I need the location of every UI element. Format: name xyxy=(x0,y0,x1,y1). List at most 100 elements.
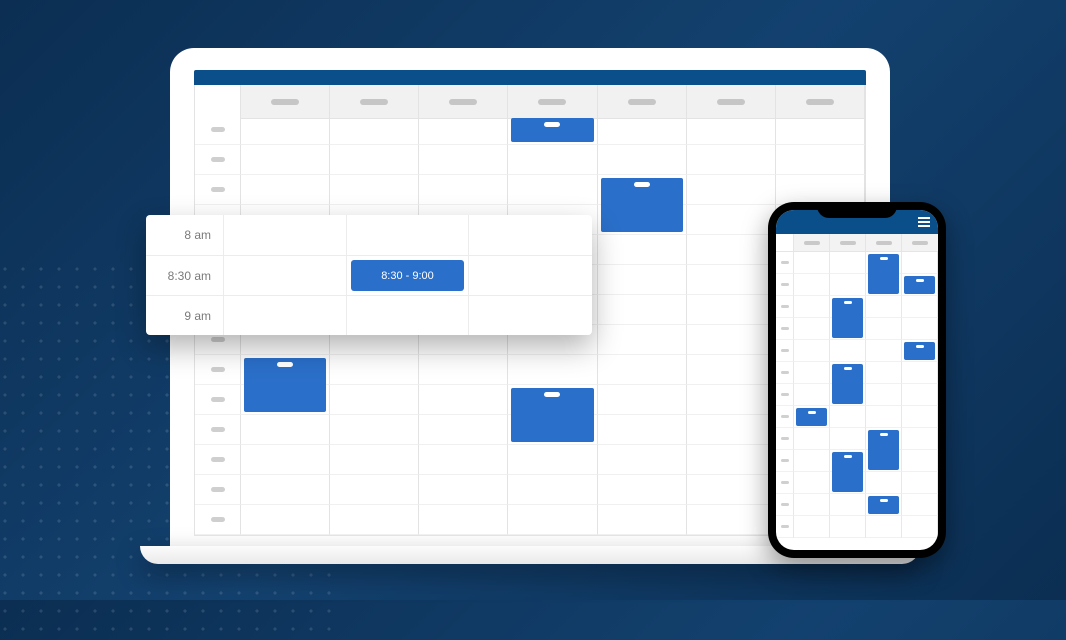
calendar-cell[interactable] xyxy=(794,428,830,450)
calendar-cell[interactable] xyxy=(241,355,330,385)
day-header[interactable] xyxy=(794,234,830,251)
day-header[interactable] xyxy=(866,234,902,251)
calendar-cell[interactable] xyxy=(794,406,830,428)
calendar-cell[interactable] xyxy=(902,406,938,428)
calendar-cell[interactable] xyxy=(241,475,330,505)
calendar-cell[interactable] xyxy=(330,175,419,205)
calendar-cell[interactable] xyxy=(419,175,508,205)
calendar-cell[interactable] xyxy=(830,450,866,472)
calendar-cell[interactable] xyxy=(794,252,830,274)
calendar-cell[interactable] xyxy=(598,175,687,205)
calendar-event[interactable] xyxy=(904,342,935,360)
calendar-cell[interactable] xyxy=(830,362,866,384)
calendar-cell[interactable] xyxy=(776,115,865,145)
calendar-cell[interactable] xyxy=(902,516,938,538)
calendar-cell[interactable] xyxy=(419,385,508,415)
calendar-cell[interactable] xyxy=(598,475,687,505)
calendar-cell[interactable] xyxy=(866,252,902,274)
calendar-cell[interactable] xyxy=(830,428,866,450)
calendar-cell[interactable] xyxy=(687,205,776,235)
calendar-cell[interactable] xyxy=(794,450,830,472)
calendar-cell[interactable] xyxy=(794,296,830,318)
calendar-cell[interactable] xyxy=(241,145,330,175)
calendar-cell[interactable] xyxy=(830,274,866,296)
calendar-cell[interactable] xyxy=(598,265,687,295)
calendar-cell[interactable] xyxy=(776,175,865,205)
zoom-cell[interactable]: 8:30 - 9:00 xyxy=(347,256,470,295)
calendar-cell[interactable] xyxy=(902,340,938,362)
calendar-cell[interactable] xyxy=(330,445,419,475)
calendar-cell[interactable] xyxy=(866,494,902,516)
calendar-cell[interactable] xyxy=(687,445,776,475)
day-header[interactable] xyxy=(598,85,687,119)
calendar-cell[interactable] xyxy=(830,340,866,362)
day-header[interactable] xyxy=(419,85,508,119)
calendar-cell[interactable] xyxy=(241,385,330,415)
calendar-cell[interactable] xyxy=(902,274,938,296)
day-header[interactable] xyxy=(902,234,938,251)
calendar-cell[interactable] xyxy=(902,494,938,516)
day-header[interactable] xyxy=(508,85,597,119)
calendar-cell[interactable] xyxy=(902,450,938,472)
calendar-cell[interactable] xyxy=(687,325,776,355)
calendar-cell[interactable] xyxy=(508,475,597,505)
day-header[interactable] xyxy=(687,85,776,119)
calendar-cell[interactable] xyxy=(866,340,902,362)
calendar-cell[interactable] xyxy=(902,252,938,274)
calendar-cell[interactable] xyxy=(794,362,830,384)
calendar-event[interactable]: 8:30 - 9:00 xyxy=(351,260,465,291)
calendar-cell[interactable] xyxy=(830,516,866,538)
zoom-cell[interactable] xyxy=(347,296,470,335)
calendar-cell[interactable] xyxy=(794,516,830,538)
calendar-cell[interactable] xyxy=(830,296,866,318)
calendar-cell[interactable] xyxy=(794,274,830,296)
calendar-cell[interactable] xyxy=(330,115,419,145)
calendar-cell[interactable] xyxy=(419,445,508,475)
calendar-cell[interactable] xyxy=(598,205,687,235)
calendar-cell[interactable] xyxy=(598,385,687,415)
calendar-cell[interactable] xyxy=(687,235,776,265)
zoom-cell[interactable] xyxy=(224,296,347,335)
calendar-cell[interactable] xyxy=(508,445,597,475)
calendar-cell[interactable] xyxy=(598,445,687,475)
calendar-cell[interactable] xyxy=(866,362,902,384)
zoom-cell[interactable] xyxy=(469,215,592,255)
zoom-cell[interactable] xyxy=(469,256,592,295)
calendar-cell[interactable] xyxy=(830,318,866,340)
calendar-cell[interactable] xyxy=(794,384,830,406)
calendar-cell[interactable] xyxy=(330,475,419,505)
calendar-cell[interactable] xyxy=(508,175,597,205)
calendar-cell[interactable] xyxy=(241,505,330,535)
zoom-cell[interactable] xyxy=(469,296,592,335)
calendar-cell[interactable] xyxy=(794,472,830,494)
calendar-cell[interactable] xyxy=(508,145,597,175)
calendar-cell[interactable] xyxy=(508,505,597,535)
calendar-cell[interactable] xyxy=(598,505,687,535)
day-header[interactable] xyxy=(241,85,330,119)
zoom-cell[interactable] xyxy=(347,215,470,255)
calendar-cell[interactable] xyxy=(330,355,419,385)
calendar-cell[interactable] xyxy=(598,235,687,265)
calendar-cell[interactable] xyxy=(866,472,902,494)
calendar-cell[interactable] xyxy=(419,115,508,145)
day-header[interactable] xyxy=(830,234,866,251)
calendar-cell[interactable] xyxy=(866,428,902,450)
calendar-cell[interactable] xyxy=(241,115,330,145)
zoom-cell[interactable] xyxy=(224,215,347,255)
calendar-event[interactable] xyxy=(796,408,827,426)
calendar-cell[interactable] xyxy=(866,384,902,406)
calendar-event[interactable] xyxy=(868,496,899,514)
calendar-cell[interactable] xyxy=(419,145,508,175)
calendar-cell[interactable] xyxy=(687,115,776,145)
hamburger-menu-icon[interactable] xyxy=(918,217,930,227)
calendar-cell[interactable] xyxy=(794,340,830,362)
calendar-cell[interactable] xyxy=(687,385,776,415)
calendar-cell[interactable] xyxy=(687,475,776,505)
calendar-cell[interactable] xyxy=(866,406,902,428)
calendar-cell[interactable] xyxy=(419,355,508,385)
day-header[interactable] xyxy=(776,85,865,119)
calendar-cell[interactable] xyxy=(241,445,330,475)
calendar-cell[interactable] xyxy=(687,505,776,535)
calendar-cell[interactable] xyxy=(866,296,902,318)
calendar-cell[interactable] xyxy=(866,450,902,472)
